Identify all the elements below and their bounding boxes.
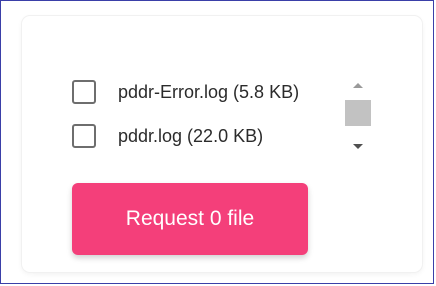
triangle-down-icon: [353, 144, 363, 149]
file-list-scrollbar[interactable]: [343, 68, 373, 162]
scroll-down-button[interactable]: [343, 136, 373, 158]
list-item[interactable]: pddr-Error.log (5.8 KB): [72, 74, 342, 110]
triangle-up-icon: [353, 83, 363, 88]
file-label: pddr-Error.log (5.8 KB): [118, 81, 300, 102]
file-label: pddr.log (22.0 KB): [118, 125, 264, 146]
request-files-button[interactable]: Request 0 file: [72, 183, 308, 255]
file-checkbox[interactable]: [72, 124, 96, 148]
file-list: pddr-Error.log (5.8 KB) pddr.log (22.0 K…: [72, 68, 374, 162]
list-item[interactable]: pddr.log (22.0 KB): [72, 118, 342, 154]
file-checkbox[interactable]: [72, 80, 96, 104]
scroll-thumb[interactable]: [345, 100, 371, 126]
scroll-up-button[interactable]: [343, 74, 373, 96]
